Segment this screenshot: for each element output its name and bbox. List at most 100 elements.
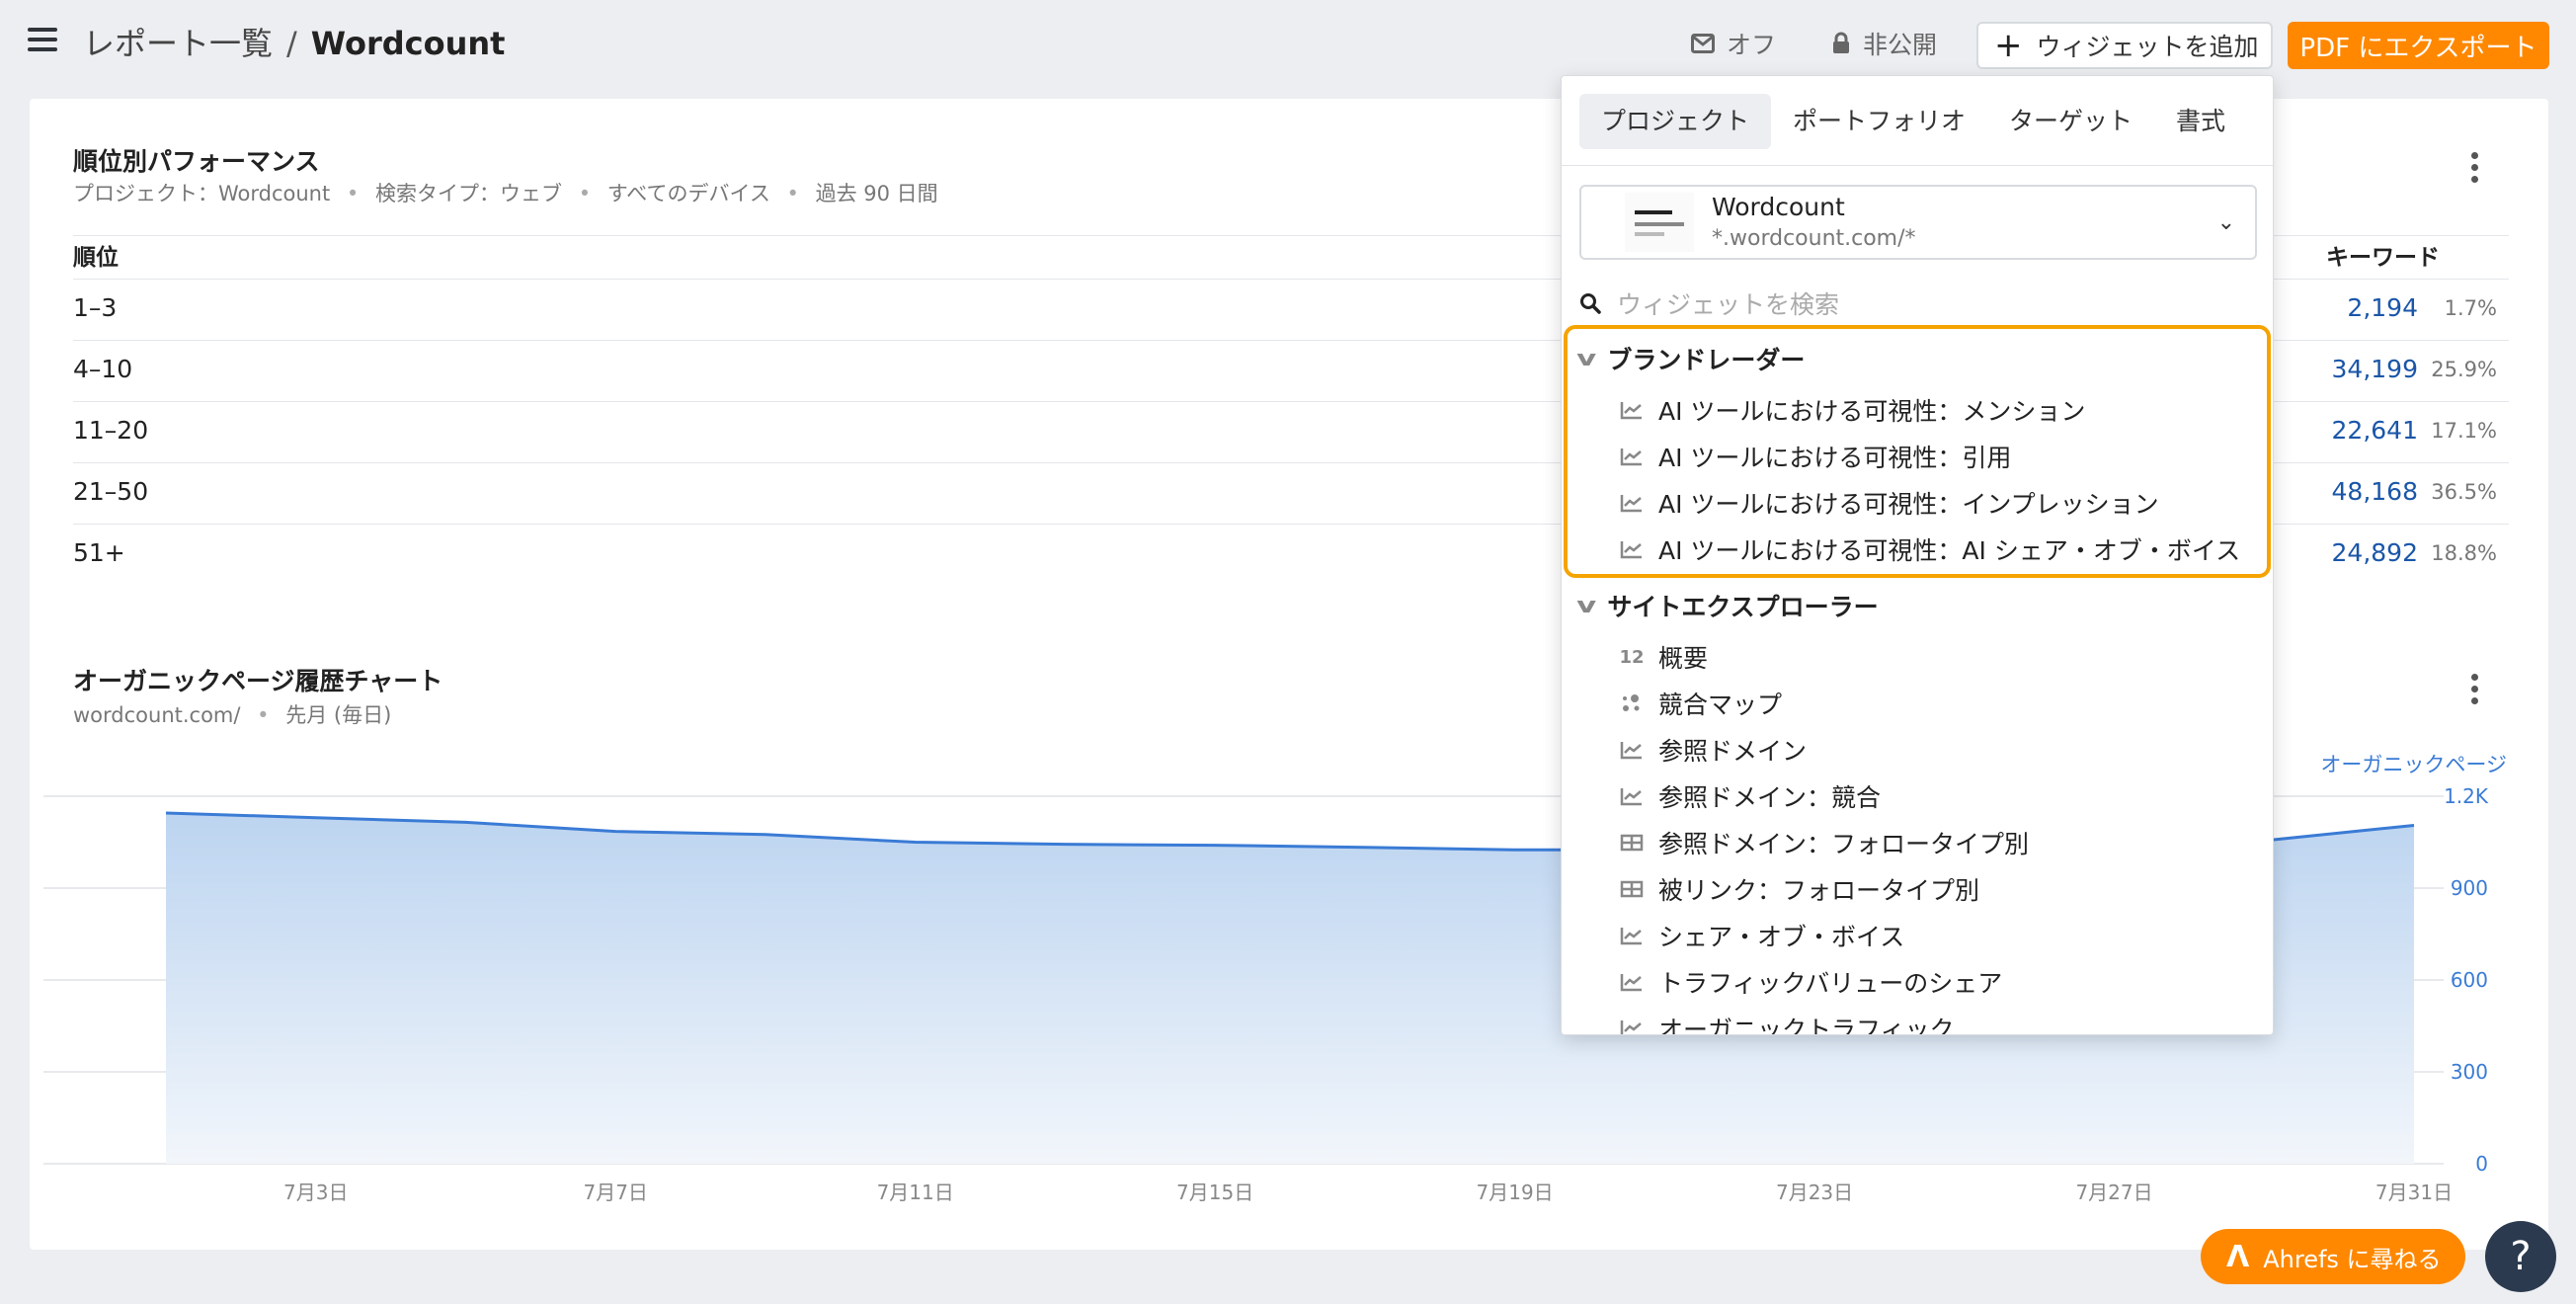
widget-item[interactable]: 参照ドメイン：競合 <box>1619 774 1881 818</box>
y-tick-label: 600 <box>2451 968 2488 992</box>
filter-devices: すべてのデバイス <box>606 182 770 205</box>
line-chart-icon <box>1619 444 1645 469</box>
add-widget-popup: プロジェクト ポートフォリオ ターゲット 書式 Wordcount *.word… <box>1561 75 2274 1035</box>
row-keywords-link[interactable]: 2,194 <box>2347 293 2418 322</box>
widget-item[interactable]: AI ツールにおける可視性：メンション <box>1619 388 2085 432</box>
ask-ahrefs-button[interactable]: Λ Ahrefs に尋ねる <box>2201 1229 2465 1284</box>
widget-item[interactable]: 参照ドメイン：フォロータイプ別 <box>1619 821 2029 864</box>
add-widget-button[interactable]: + ウィジェットを追加 <box>1976 22 2273 69</box>
chevron-down-icon: ⌄ <box>2216 210 2235 235</box>
popup-tabs: プロジェクト ポートフォリオ ターゲット 書式 <box>1579 94 2247 149</box>
lock-icon <box>1833 32 1849 53</box>
row-keywords-link[interactable]: 34,199 <box>2332 355 2418 383</box>
breadcrumb-reports-link[interactable]: レポート一覧 <box>83 25 273 62</box>
x-tick-label: 7月3日 <box>283 1181 348 1204</box>
widget-item[interactable]: トラフィックバリューのシェア <box>1619 960 2002 1004</box>
ahrefs-logo-icon: Λ <box>2226 1239 2250 1274</box>
search-placeholder: ウィジェットを検索 <box>1617 290 1840 319</box>
widget-item[interactable]: AI ツールにおける可視性：引用 <box>1619 435 2011 478</box>
widget-item[interactable]: 12 概要 <box>1619 635 1708 679</box>
col-position-header: 順位 <box>73 245 119 271</box>
line-chart-icon <box>1619 490 1645 516</box>
group-brand-radar[interactable]: v ブランドレーダー <box>1576 341 1806 376</box>
filter-search-type: 検索タイプ：ウェブ <box>375 182 562 205</box>
y-tick-label: 1.2K <box>2444 784 2489 808</box>
tab-project[interactable]: プロジェクト <box>1579 94 1772 149</box>
widget-item[interactable]: 競合マップ <box>1619 682 1782 725</box>
widget-item-label: AI ツールにおける可視性：引用 <box>1658 444 2012 472</box>
chevron-down-icon: v <box>1576 346 1597 371</box>
line-chart-icon <box>1619 737 1645 763</box>
y-tick-label: 0 <box>2475 1152 2488 1176</box>
project-select[interactable]: Wordcount *.wordcount.com/* ⌄ <box>1579 185 2257 260</box>
line-chart-icon <box>1619 397 1645 423</box>
widget-search[interactable]: ウィジェットを検索 <box>1579 284 2257 323</box>
row-percent: 1.7% <box>2444 296 2497 320</box>
group-label: サイトエクスプローラー <box>1607 593 1879 621</box>
x-tick-label: 7月15日 <box>1176 1181 1253 1204</box>
widget-item-label: 参照ドメイン：フォロータイプ別 <box>1658 830 2030 858</box>
line-chart-icon <box>1619 1016 1645 1034</box>
widget-item-label: オーガニックトラフィック <box>1658 1016 1955 1035</box>
row-keywords-link[interactable]: 22,641 <box>2332 416 2418 445</box>
add-widget-label: ウィジェットを追加 <box>2036 33 2259 61</box>
row-percent: 36.5% <box>2431 480 2497 504</box>
export-pdf-button[interactable]: PDF にエクスポート <box>2288 22 2549 69</box>
help-button[interactable]: ? <box>2485 1221 2556 1292</box>
scatter-icon <box>1619 691 1645 716</box>
widget-item[interactable]: AI ツールにおける可視性：インプレッション <box>1619 481 2159 525</box>
group-site-explorer[interactable]: v サイトエクスプローラー <box>1576 588 1879 623</box>
widget-item-label: 概要 <box>1658 644 1709 673</box>
y-tick-label: 900 <box>2451 876 2488 900</box>
row-position: 11–20 <box>73 416 149 445</box>
email-label: オフ <box>1727 31 1777 59</box>
widget-item-label: AI ツールにおける可視性：インプレッション <box>1658 490 2159 519</box>
tab-target[interactable]: ターゲット <box>1987 94 2154 149</box>
ask-ahrefs-label: Ahrefs に尋ねる <box>2263 1245 2442 1273</box>
project-url: *.wordcount.com/* <box>1712 226 1916 251</box>
visibility-toggle[interactable]: 非公開 <box>1831 22 1937 65</box>
widget-item[interactable]: シェア・オブ・ボイス <box>1619 914 1904 957</box>
breadcrumb: レポート一覧 / Wordcount <box>83 22 505 65</box>
widget-item-label: AI ツールにおける可視性：メンション <box>1658 397 2086 426</box>
x-tick-label: 7月27日 <box>2075 1181 2152 1204</box>
project-thumbnail <box>1625 193 1694 252</box>
widget-item-label: トラフィックバリューのシェア <box>1658 969 2003 998</box>
widget-item-label: 被リンク：フォロータイプ別 <box>1658 876 1980 905</box>
widget-item-label: シェア・オブ・ボイス <box>1658 923 1905 951</box>
table-icon <box>1619 876 1645 902</box>
email-toggle[interactable]: オフ <box>1691 22 1776 65</box>
filter-period: 過去 90 日間 <box>815 182 938 205</box>
widget-item-label: 競合マップ <box>1658 691 1783 719</box>
row-percent: 18.8% <box>2431 541 2497 565</box>
group-label: ブランドレーダー <box>1607 346 1806 374</box>
line-chart-icon <box>1619 783 1645 809</box>
project-name: Wordcount <box>1712 193 1845 221</box>
widget-item[interactable]: 参照ドメイン <box>1619 728 1807 772</box>
x-tick-label: 7月19日 <box>1477 1181 1554 1204</box>
x-tick-label: 7月11日 <box>877 1181 954 1204</box>
line-chart-icon <box>1619 923 1645 948</box>
mail-icon <box>1691 34 1715 53</box>
chevron-down-icon: v <box>1576 593 1597 618</box>
x-tick-label: 7月31日 <box>2375 1181 2453 1204</box>
visibility-label: 非公開 <box>1863 31 1938 59</box>
positions-more-icon[interactable] <box>2471 152 2479 188</box>
widget-item[interactable]: オーガニックトラフィック <box>1619 1007 1955 1035</box>
row-percent: 25.9% <box>2431 358 2497 381</box>
widget-item[interactable]: 被リンク：フォロータイプ別 <box>1619 867 1979 911</box>
widget-item[interactable]: AI ツールにおける可視性：AI シェア・オブ・ボイス <box>1619 528 2240 571</box>
tab-portfolio[interactable]: ポートフォリオ <box>1771 94 1987 149</box>
menu-icon[interactable] <box>28 28 57 51</box>
widget-item-label: 参照ドメイン：競合 <box>1658 783 1882 812</box>
page-title: Wordcount <box>310 25 506 62</box>
row-position: 21–50 <box>73 477 149 506</box>
plus-icon: + <box>1994 26 2023 65</box>
widget-item-label: AI ツールにおける可視性：AI シェア・オブ・ボイス <box>1658 536 2241 565</box>
row-keywords-link[interactable]: 24,892 <box>2332 538 2418 567</box>
table-icon <box>1619 830 1645 856</box>
tab-format[interactable]: 書式 <box>2154 94 2247 149</box>
breadcrumb-separator: / <box>286 25 297 62</box>
row-keywords-link[interactable]: 48,168 <box>2332 477 2418 506</box>
row-position: 4–10 <box>73 355 133 383</box>
